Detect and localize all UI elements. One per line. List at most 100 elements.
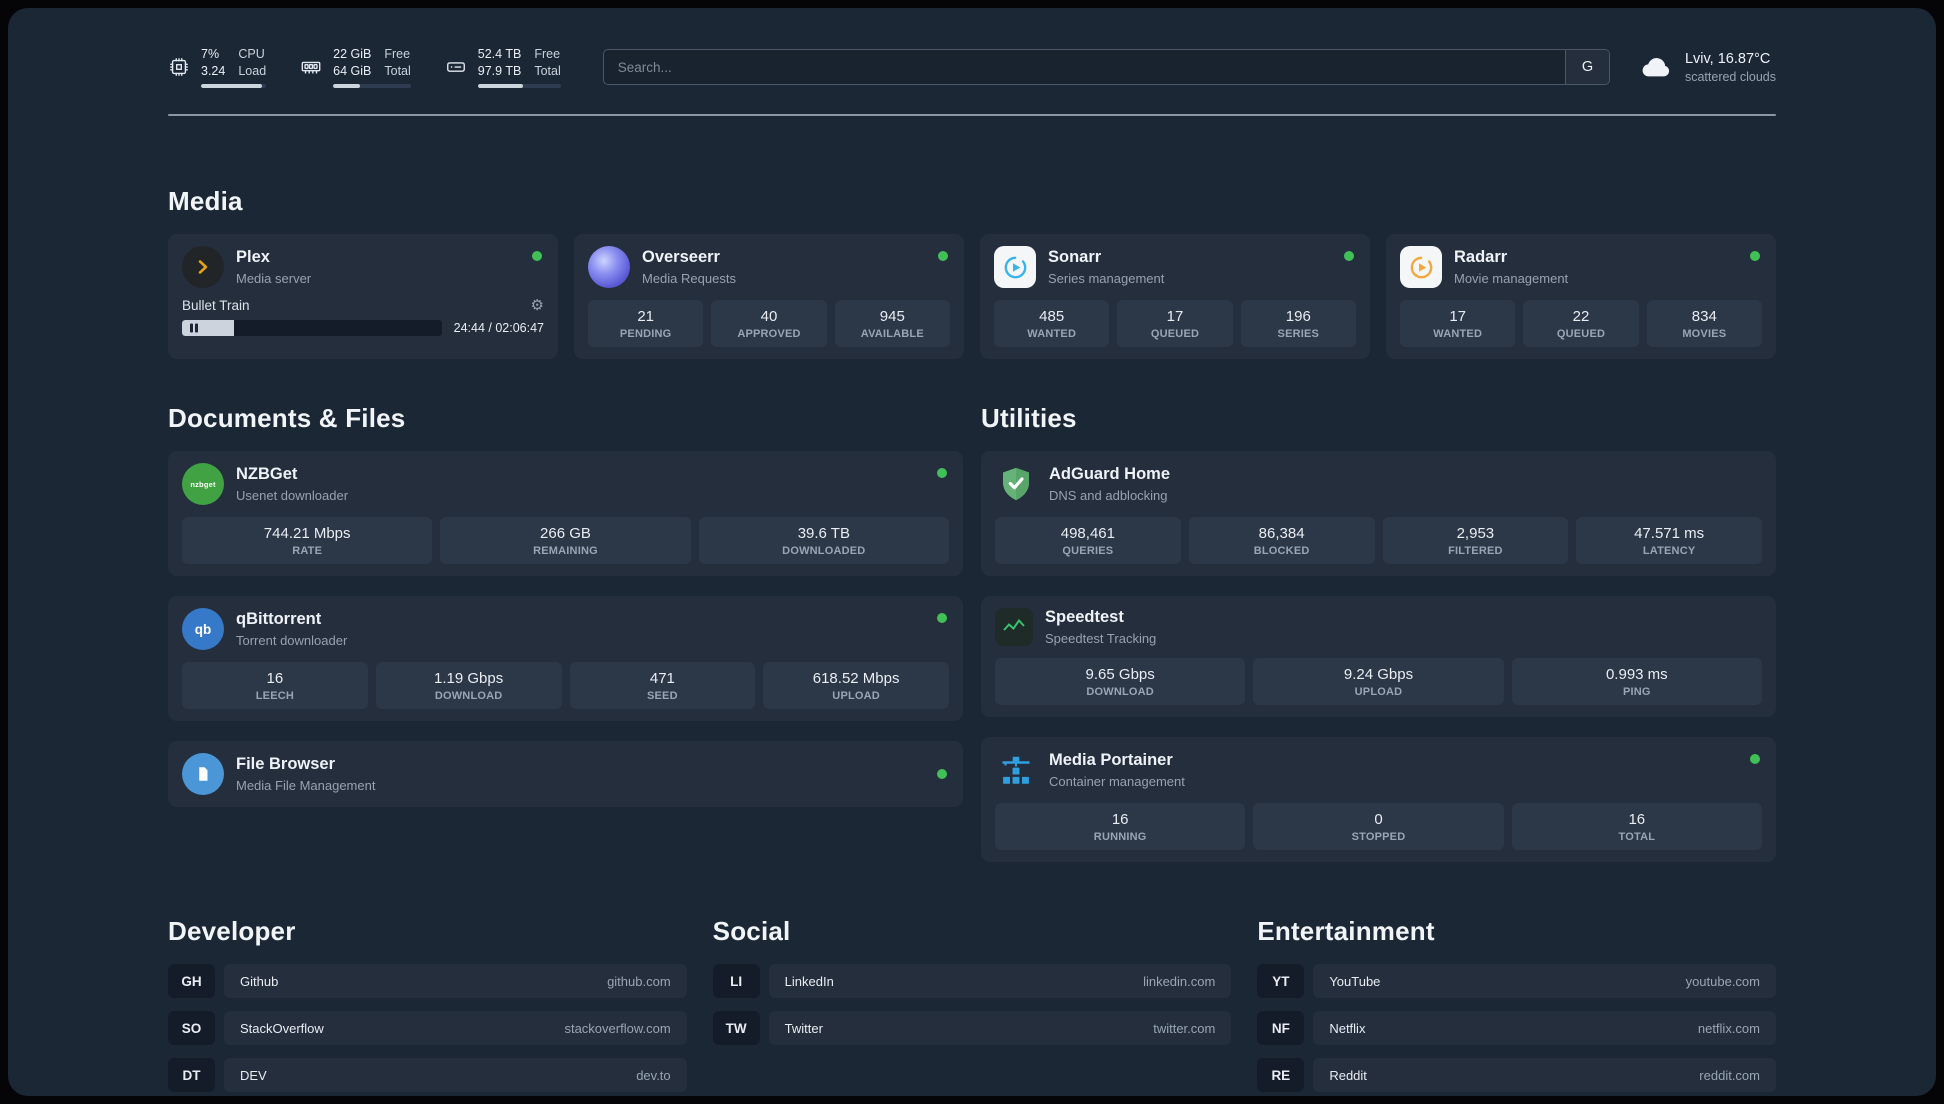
app-description: DNS and adblocking: [1049, 487, 1168, 503]
disk-free-label: Free: [534, 47, 561, 61]
search-input[interactable]: [603, 50, 1565, 84]
stat-label: QUEUED: [1150, 328, 1200, 340]
status-indicator: [937, 613, 947, 623]
section-media: Media Plex Media server Bullet Train ⚙ 2…: [168, 186, 1776, 359]
app-card-sonarr[interactable]: Sonarr Series management 485 WANTED 17 Q…: [980, 234, 1370, 359]
stat-tile: 485 WANTED: [994, 300, 1110, 347]
bookmark-dev[interactable]: DT DEV dev.to: [168, 1058, 687, 1092]
twitter-icon: TW: [712, 1011, 760, 1045]
bookmark-stackoverflow[interactable]: SO StackOverflow stackoverflow.com: [168, 1011, 687, 1045]
bookmark-url: youtube.com: [1685, 973, 1760, 989]
disk-total-value: 97.9 TB: [477, 63, 522, 78]
stat-value: 945: [879, 308, 905, 325]
app-description: Series management: [1048, 270, 1165, 286]
stat-value: 22: [1572, 308, 1590, 325]
stat-label: APPROVED: [737, 328, 801, 340]
bookmark-youtube[interactable]: YT YouTube youtube.com: [1257, 964, 1776, 998]
search-engine-button[interactable]: G: [1564, 50, 1609, 84]
bookmark-twitter[interactable]: TW Twitter twitter.com: [712, 1011, 1232, 1045]
section-entertainment: Entertainment YT YouTube youtube.com NF …: [1257, 916, 1776, 1096]
app-card-radarr[interactable]: Radarr Movie management 17 WANTED 22 QUE…: [1386, 234, 1776, 359]
stat-value: 0.993 ms: [1605, 666, 1668, 683]
gear-icon[interactable]: ⚙: [531, 298, 544, 313]
app-description: Speedtest Tracking: [1045, 630, 1157, 646]
bookmark-name: Reddit: [1329, 1067, 1367, 1083]
app-card-adguard[interactable]: AdGuard Home DNS and adblocking 498,461 …: [981, 451, 1776, 576]
section-developer: Developer GH Github github.com SO StackO…: [168, 916, 687, 1096]
bookmark-name: LinkedIn: [784, 973, 834, 989]
app-name: AdGuard Home: [1049, 465, 1171, 484]
dev-icon: DT: [168, 1058, 215, 1092]
app-card-plex[interactable]: Plex Media server Bullet Train ⚙ 24:44 /…: [168, 234, 558, 359]
stat-value: 1.19 Gbps: [434, 670, 504, 687]
ram-metric: 22 GiB 64 GiB Free Total: [300, 46, 411, 88]
topbar-divider: [168, 114, 1776, 116]
cpu-usage-value: 7%: [201, 47, 220, 61]
playback-progress-bar: [182, 320, 442, 336]
stat-label: REMAINING: [533, 545, 598, 557]
stat-label: TOTAL: [1618, 831, 1656, 843]
ram-progress-bar: [333, 84, 411, 88]
app-card-nzbget[interactable]: nzbget NZBGet Usenet downloader 744.21 M…: [168, 451, 963, 576]
youtube-icon: YT: [1257, 964, 1305, 998]
linkedin-icon: LI: [712, 964, 760, 998]
topbar: 7% 3.24 CPU Load 22 GiB 64 GiB Free Tota…: [168, 8, 1776, 88]
status-indicator: [1750, 251, 1760, 261]
app-card-filebrowser[interactable]: File Browser Media File Management: [168, 741, 963, 807]
app-card-qbittorrent[interactable]: qb qBittorrent Torrent downloader 16 LEE…: [168, 596, 963, 721]
stat-tile: 17 WANTED: [1400, 300, 1516, 347]
app-card-overseerr[interactable]: Overseerr Media Requests 21 PENDING 40 A…: [574, 234, 964, 359]
cloud-icon: [1640, 51, 1672, 83]
cpu-progress-bar: [201, 84, 267, 88]
bookmark-url: twitter.com: [1153, 1020, 1216, 1036]
speedtest-graph-icon: [995, 608, 1033, 646]
section-title-utilities: Utilities: [981, 403, 1077, 433]
stat-tile: 21 PENDING: [588, 300, 704, 347]
bookmark-reddit[interactable]: RE Reddit reddit.com: [1257, 1058, 1776, 1092]
system-metrics: 7% 3.24 CPU Load 22 GiB 64 GiB Free Tota…: [168, 46, 561, 88]
portainer-crane-icon: [995, 749, 1037, 791]
section-utilities: Utilities AdGuard Home DNS and adblockin…: [981, 403, 1776, 862]
stat-value: 86,384: [1258, 525, 1305, 542]
stat-value: 9.24 Gbps: [1343, 666, 1414, 683]
bookmark-github[interactable]: GH Github github.com: [168, 964, 687, 998]
stat-label: WANTED: [1433, 328, 1483, 340]
status-indicator: [937, 468, 947, 478]
cpu-load-value: 3.24: [201, 63, 226, 78]
plex-icon: [182, 246, 224, 288]
stat-tile: 471 SEED: [569, 662, 756, 709]
ram-icon: [300, 56, 322, 78]
disk-free-value: 52.4 TB: [477, 47, 522, 61]
dashboard-root: 7% 3.24 CPU Load 22 GiB 64 GiB Free Tota…: [8, 8, 1936, 1096]
bookmark-name: DEV: [240, 1067, 267, 1083]
app-description: Torrent downloader: [236, 632, 348, 648]
bookmark-linkedin[interactable]: LI LinkedIn linkedin.com: [712, 964, 1232, 998]
reddit-icon: RE: [1257, 1058, 1305, 1092]
nzbget-icon: nzbget: [182, 463, 224, 505]
app-name: NZBGet: [236, 465, 298, 484]
stat-label: UPLOAD: [1354, 686, 1403, 698]
stat-value: 9.65 Gbps: [1085, 666, 1155, 683]
stat-label: QUERIES: [1062, 545, 1114, 557]
stat-tile: 39.6 TB DOWNLOADED: [698, 517, 949, 564]
app-card-portainer[interactable]: Media Portainer Container management 16 …: [981, 737, 1776, 862]
stat-value: 0: [1374, 811, 1383, 828]
stat-value: 17: [1166, 308, 1184, 325]
app-card-speedtest[interactable]: Speedtest Speedtest Tracking 9.65 Gbps D…: [981, 596, 1776, 717]
stat-label: RUNNING: [1093, 831, 1147, 843]
stat-tile: 40 APPROVED: [711, 300, 827, 347]
app-name: Radarr: [1454, 248, 1508, 267]
app-description: Usenet downloader: [236, 487, 349, 503]
stat-tile: 16 LEECH: [182, 662, 368, 709]
status-indicator: [1750, 754, 1760, 764]
bookmark-name: Github: [240, 973, 279, 989]
stat-label: PING: [1622, 686, 1651, 698]
filebrowser-icon: [182, 753, 224, 795]
stat-label: WANTED: [1027, 328, 1077, 340]
stat-tile: 86,384 BLOCKED: [1188, 517, 1375, 564]
stat-label: LEECH: [255, 690, 295, 702]
stat-tile: 47.571 ms LATENCY: [1576, 517, 1762, 564]
bookmark-netflix[interactable]: NF Netflix netflix.com: [1257, 1011, 1776, 1045]
pause-icon[interactable]: [190, 323, 198, 333]
stat-tile: 196 SERIES: [1240, 300, 1356, 347]
